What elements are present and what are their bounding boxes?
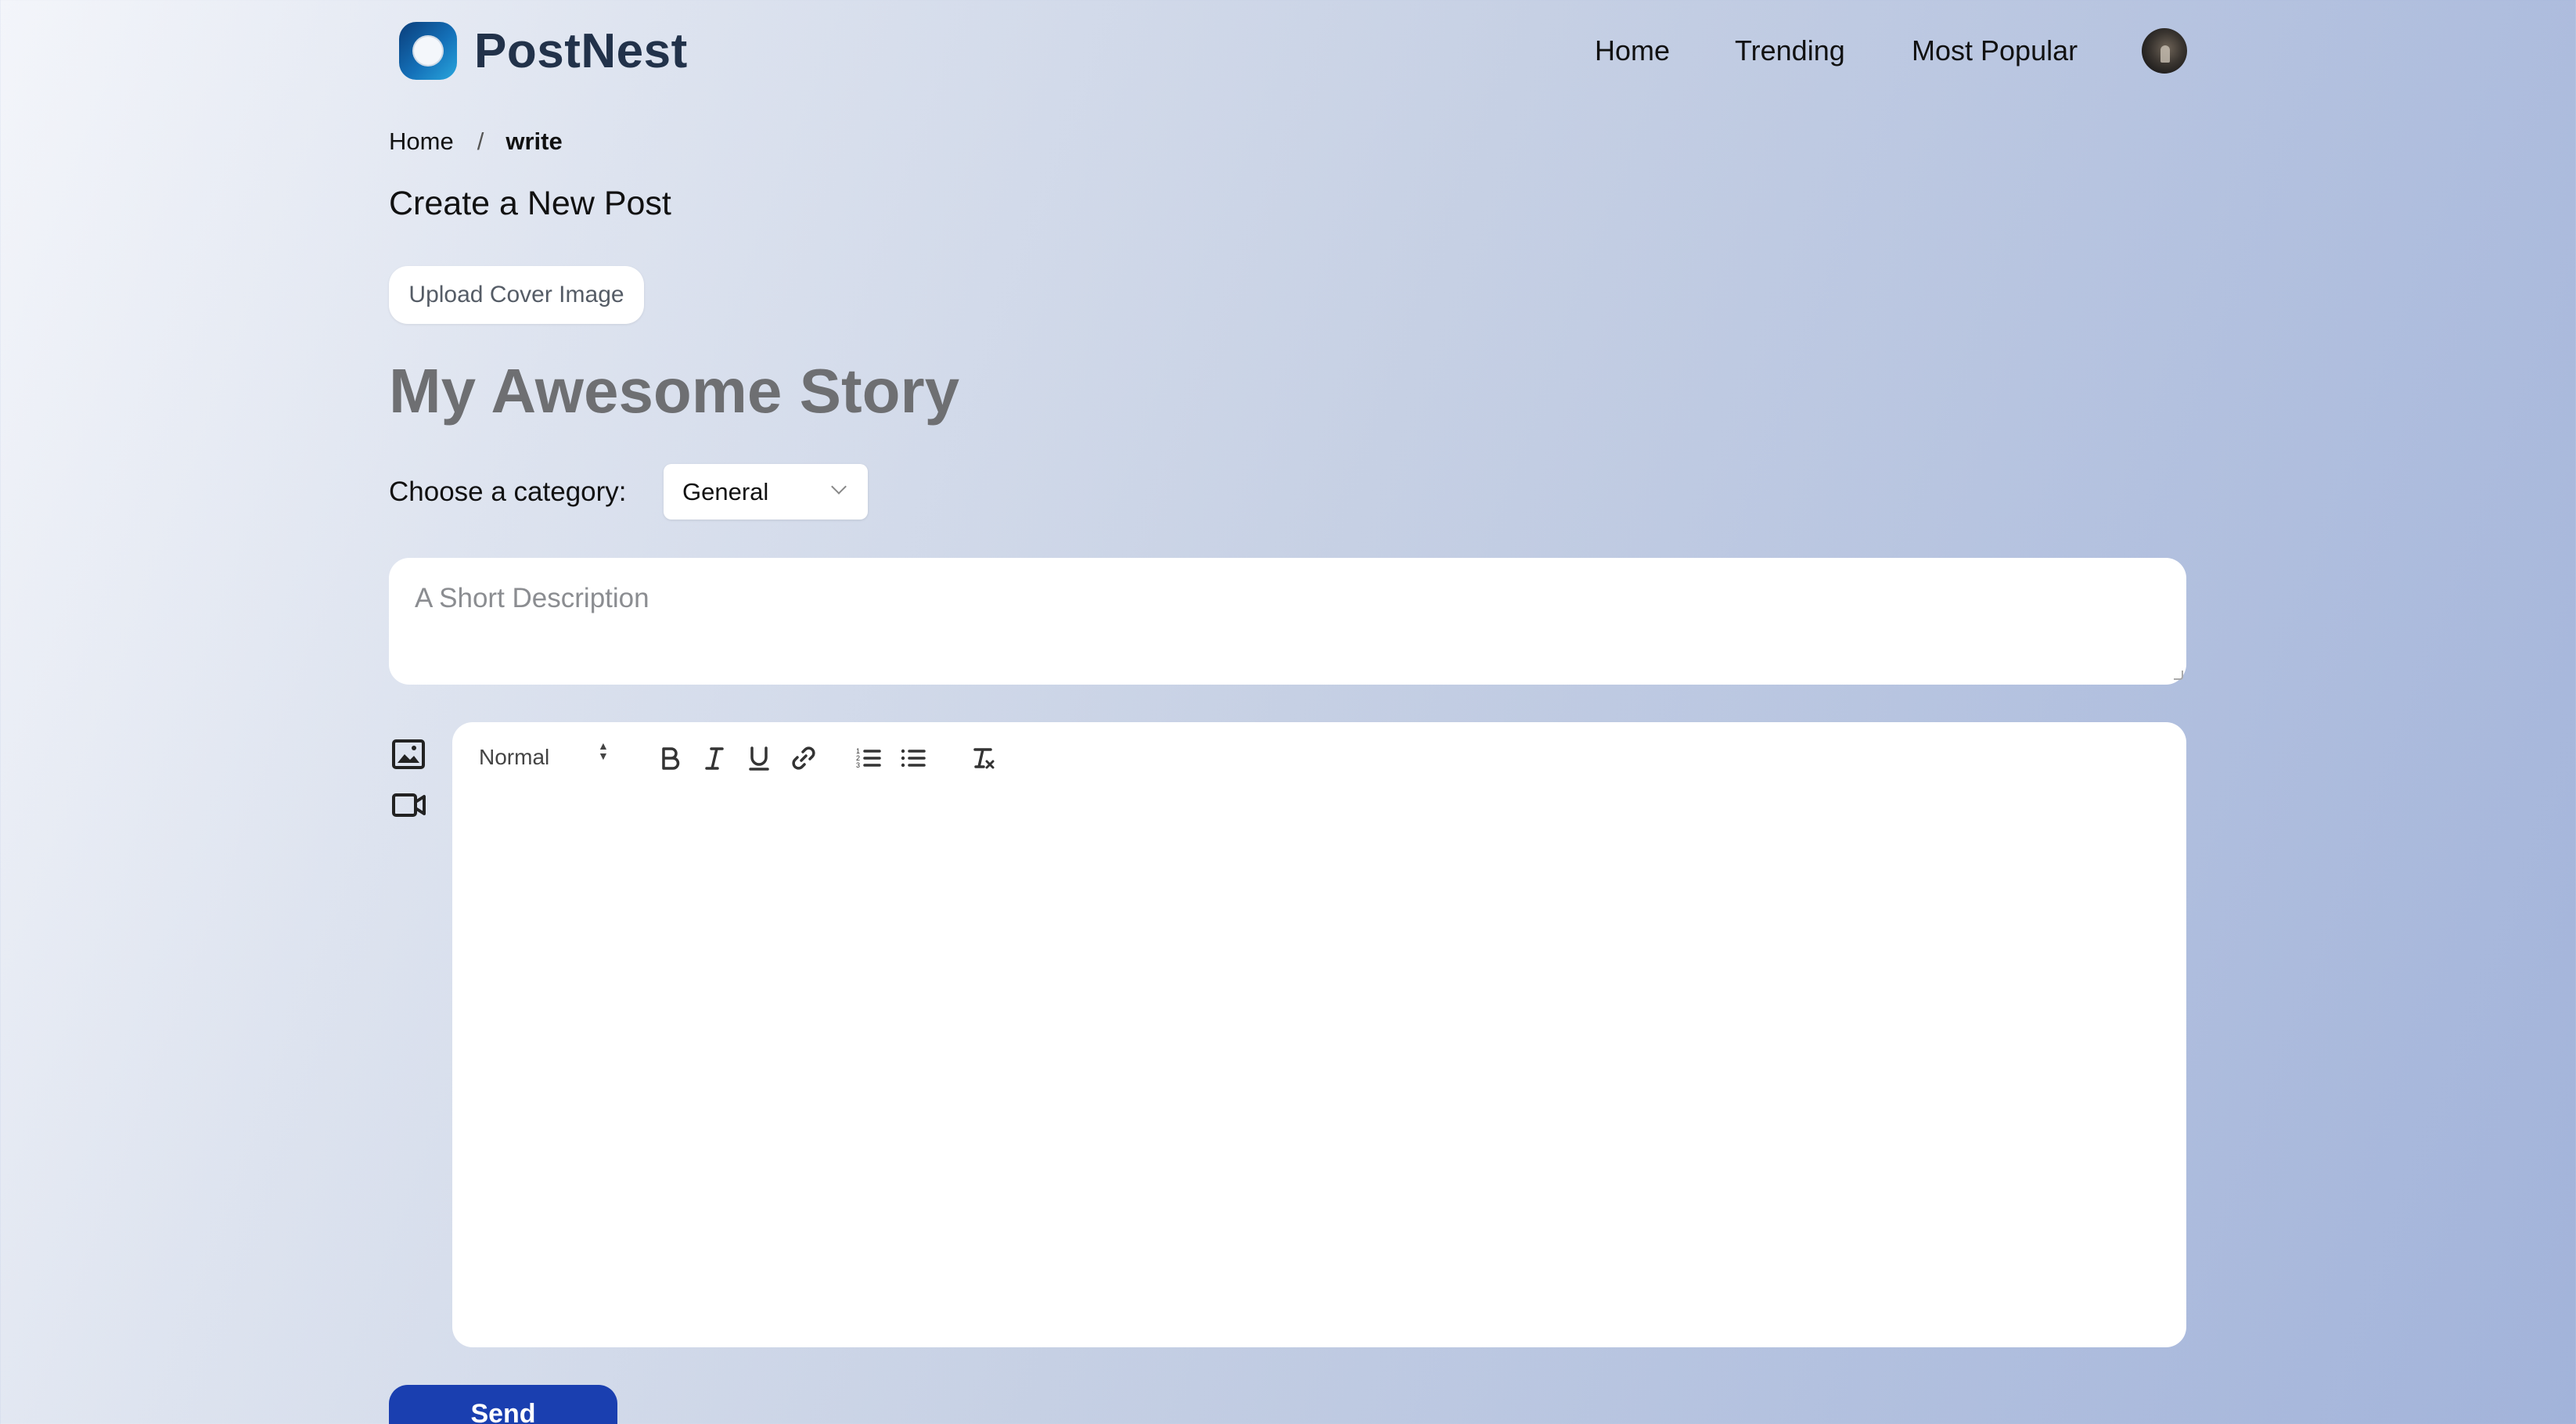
italic-icon[interactable] xyxy=(699,743,730,774)
category-label: Choose a category: xyxy=(389,476,627,507)
clear-format-icon[interactable] xyxy=(967,743,998,774)
heading-format-select[interactable]: Normal ▲ ▼ xyxy=(479,739,635,774)
editor-toolbar: Normal ▲ ▼ 1 2 3 xyxy=(452,722,2186,793)
nav-link-most-popular[interactable]: Most Popular xyxy=(1912,31,2078,70)
page-title: Create a New Post xyxy=(389,185,671,222)
rich-text-editor: Normal ▲ ▼ 1 2 3 xyxy=(452,722,2186,1347)
category-selected-value: General xyxy=(682,477,769,505)
editor-content-area[interactable] xyxy=(452,793,2186,1347)
nav-link-trending[interactable]: Trending xyxy=(1735,31,1845,70)
breadcrumb-current: write xyxy=(505,128,563,155)
nav-link-home[interactable]: Home xyxy=(1595,31,1670,70)
send-button[interactable]: Send xyxy=(389,1385,617,1424)
chevron-down-icon xyxy=(831,479,847,494)
svg-text:3: 3 xyxy=(856,761,860,769)
link-icon[interactable] xyxy=(788,743,819,774)
short-description-input[interactable] xyxy=(389,558,2186,685)
updown-arrows-icon: ▲ ▼ xyxy=(598,739,609,762)
category-select[interactable]: General xyxy=(664,464,868,520)
video-icon[interactable] xyxy=(391,789,426,821)
ordered-list-icon[interactable]: 1 2 3 xyxy=(853,743,884,774)
format-selected-value: Normal xyxy=(479,745,550,769)
post-title-input[interactable] xyxy=(389,351,1563,432)
image-icon[interactable] xyxy=(391,739,426,770)
resize-handle-icon[interactable] xyxy=(2174,671,2183,680)
breadcrumb-home[interactable]: Home xyxy=(389,128,454,156)
main-nav: Home Trending Most Popular xyxy=(0,31,2576,70)
bullet-list-icon[interactable] xyxy=(898,743,929,774)
breadcrumb: Home / write xyxy=(389,125,563,158)
upload-cover-image-button[interactable]: Upload Cover Image xyxy=(389,266,644,324)
underline-icon[interactable] xyxy=(743,743,775,774)
breadcrumb-separator: / xyxy=(477,128,484,155)
top-header: PostNest Home Trending Most Popular xyxy=(0,0,2576,102)
user-avatar[interactable] xyxy=(2142,28,2187,74)
bold-icon[interactable] xyxy=(654,743,685,774)
